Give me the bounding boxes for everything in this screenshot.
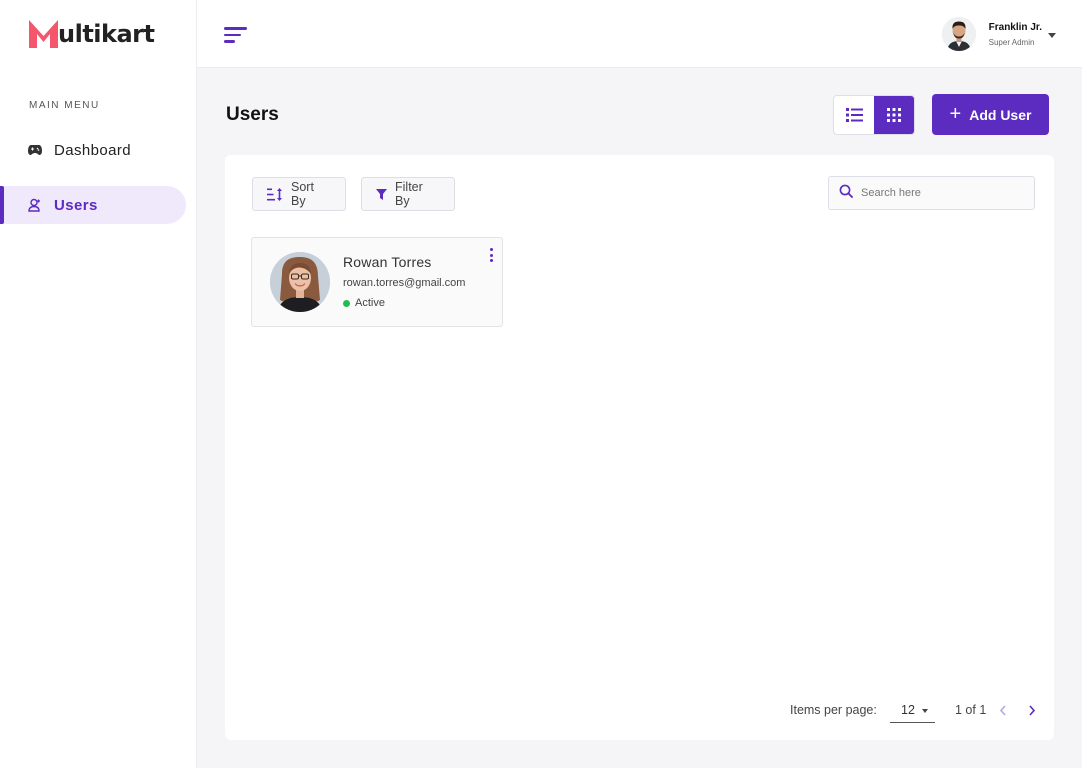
search-icon [839,184,853,203]
menu-toggle-icon[interactable] [224,26,248,44]
grid-icon [887,108,901,122]
gamepad-icon [28,143,42,157]
user-name: Rowan Torres [343,254,432,270]
filter-button[interactable]: Filter By [361,177,455,211]
logo-m-icon [29,20,58,48]
items-per-page-value: 12 [901,703,915,717]
previous-page-button[interactable] [995,702,1011,718]
page-range: 1 of 1 [955,703,987,717]
list-icon [845,108,863,122]
users-panel: Sort By Filter By Search here Rowan Torr… [225,155,1054,740]
logo-text: ultikart [58,20,155,48]
avatar [270,252,330,312]
next-page-button[interactable] [1024,702,1040,718]
sort-button[interactable]: Sort By [252,177,346,211]
filter-icon [376,188,387,200]
pagination: Items per page: 12 1 of 1 [225,700,1054,724]
sidebar-item-users[interactable]: Users [0,186,186,224]
avatar [941,17,976,51]
chevron-left-icon [999,704,1006,716]
grid-view-button[interactable] [874,96,914,134]
more-options-icon[interactable] [488,248,494,262]
profile-name: Franklin Jr. [988,21,1042,33]
user-icon [28,198,42,212]
profile-role: Super Admin [988,37,1035,47]
items-per-page-label: Items per page: [790,703,877,717]
sidebar-item-label: Dashboard [54,141,131,159]
chevron-right-icon [1029,704,1036,716]
main-menu-title: MAIN MENU [29,100,100,111]
sidebar-item-label: Users [54,196,98,214]
top-bar: Franklin Jr. Super Admin [197,0,1082,68]
items-per-page-select[interactable]: 12 [890,700,935,723]
status-badge: Active [343,297,385,309]
view-toggle [833,95,915,135]
sort-label: Sort By [291,180,314,208]
list-view-button[interactable] [834,96,874,134]
user-email: rowan.torres@gmail.com [343,277,466,289]
add-user-label: Add User [969,106,1032,123]
sort-icon [267,187,283,201]
search-input[interactable] [861,187,1021,199]
sidebar: ultikart MAIN MENU Dashboard Users [0,0,197,768]
sidebar-item-dashboard[interactable]: Dashboard [0,131,186,169]
user-profile-menu[interactable]: Franklin Jr. Super Admin [941,17,1056,51]
add-user-button[interactable]: + Add User [932,94,1049,135]
user-card[interactable]: Rowan Torres rowan.torres@gmail.com Acti… [251,237,503,327]
plus-icon: + [949,102,962,125]
page-title: Users [226,104,279,125]
chevron-down-icon [1048,32,1056,38]
chevron-down-icon [922,709,928,713]
search-box [828,176,1035,210]
brand-logo[interactable]: ultikart [29,20,155,48]
status-label: Active [355,297,385,309]
status-dot-icon [343,299,350,307]
filter-label: Filter By [395,180,423,208]
